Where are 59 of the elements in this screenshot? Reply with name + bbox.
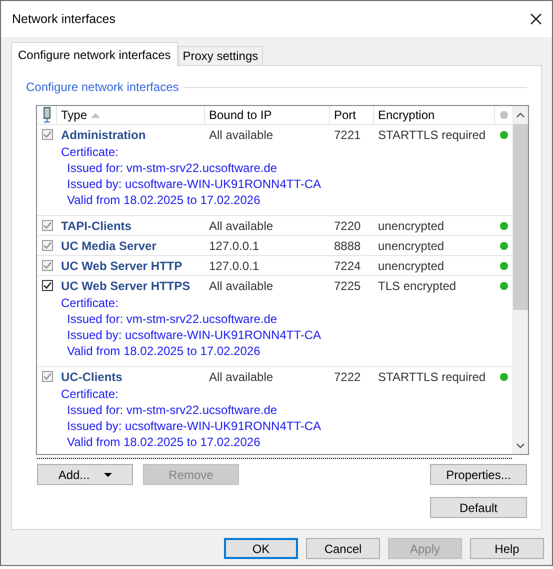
certificate-line: Issued for: vm-stm-srv22.ucsoftware.de	[66, 402, 278, 418]
scroll-down-icon[interactable]	[516, 443, 524, 449]
interface-type: UC Web Server HTTPS	[61, 278, 190, 292]
close-icon[interactable]	[530, 13, 542, 25]
port: 7221	[334, 128, 361, 142]
certificate-line: Issued by: ucsoftware-WIN-UK91RONN4TT-CA	[66, 327, 322, 343]
port: 7222	[334, 370, 361, 384]
bound-ip: All available	[209, 128, 274, 142]
port: 7224	[334, 258, 361, 272]
tab[interactable]: Configure network interfaces	[11, 42, 178, 66]
certificate-line: Valid from 18.02.2025 to 17.02.2026	[66, 343, 262, 359]
scroll-thumb[interactable]	[512, 124, 528, 310]
encryption: TLS encrypted	[378, 278, 456, 292]
bound-ip: All available	[209, 218, 274, 232]
encryption: STARTTLS required	[378, 128, 486, 142]
interface-type: UC Media Server	[61, 238, 156, 252]
window-title: Network interfaces	[12, 10, 116, 28]
bound-ip: 127.0.0.1	[209, 238, 260, 252]
interface-type: TAPI-Clients	[61, 218, 132, 232]
checkbox[interactable]	[42, 280, 52, 291]
column-header[interactable]: Type	[57, 106, 205, 124]
column-header[interactable]: Encryption	[374, 106, 495, 124]
certificate-line: Certificate:	[61, 144, 120, 160]
certificate-line: Certificate:	[61, 295, 120, 311]
port: 8888	[334, 238, 361, 252]
button[interactable]: OK	[224, 538, 298, 559]
caret-icon	[104, 472, 112, 476]
bound-ip: 127.0.0.1	[209, 258, 260, 272]
button[interactable]: Default	[430, 497, 527, 518]
certificate-line: Issued by: ucsoftware-WIN-UK91RONN4TT-CA	[66, 418, 322, 434]
encryption: unencrypted	[378, 258, 444, 272]
encryption: unencrypted	[378, 238, 444, 252]
status-header-icon	[500, 111, 508, 119]
column-header[interactable]: Bound to IP	[205, 106, 330, 124]
bound-ip: All available	[209, 370, 274, 384]
certificate-line: Certificate:	[61, 386, 120, 402]
certificate-line: Issued for: vm-stm-srv22.ucsoftware.de	[66, 160, 278, 176]
sort-ascending-icon	[91, 112, 100, 118]
group-title: Configure network interfaces	[26, 79, 179, 96]
button[interactable]: Properties...	[430, 464, 527, 485]
encryption: STARTTLS required	[378, 370, 486, 384]
interface-type: UC-Clients	[61, 370, 122, 384]
port: 7220	[334, 218, 361, 232]
certificate-line: Valid from 18.02.2025 to 17.02.2026	[66, 434, 262, 450]
certificate-line: Issued by: ucsoftware-WIN-UK91RONN4TT-CA	[66, 176, 322, 192]
button[interactable]: Add...	[37, 464, 133, 485]
interface-type: Administration	[61, 128, 146, 142]
encryption: unencrypted	[378, 218, 444, 232]
scroll-up-icon[interactable]	[516, 112, 524, 118]
column-header[interactable]: Port	[330, 106, 374, 124]
certificate-line: Issued for: vm-stm-srv22.ucsoftware.de	[66, 311, 278, 327]
certificate-line: Valid from 18.02.2025 to 17.02.2026	[66, 192, 262, 208]
button[interactable]: Help	[470, 538, 544, 559]
interface-type: UC Web Server HTTP	[61, 258, 182, 272]
scrollbar[interactable]	[512, 106, 528, 454]
tab[interactable]: Proxy settings	[178, 46, 264, 65]
port: 7225	[334, 278, 361, 292]
button[interactable]: Cancel	[306, 538, 380, 559]
bound-ip: All available	[209, 278, 274, 292]
